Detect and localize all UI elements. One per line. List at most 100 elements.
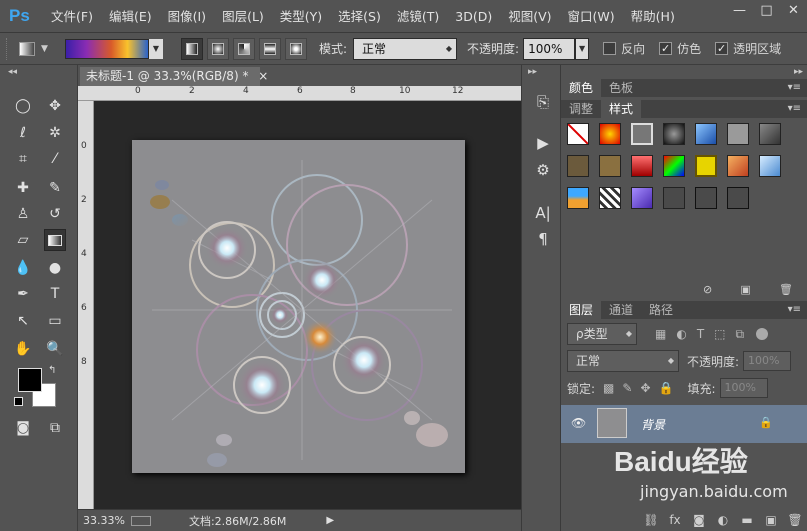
style-swatch[interactable] — [759, 123, 781, 145]
foreground-color-swatch[interactable] — [18, 368, 42, 392]
maximize-button[interactable]: □ — [753, 0, 780, 22]
dodge-tool-icon[interactable]: ● — [44, 257, 66, 279]
collapse-panels-icon[interactable]: ▸▸ — [794, 67, 803, 77]
document-canvas[interactable] — [132, 140, 465, 473]
status-preview-icon[interactable] — [130, 515, 151, 526]
radial-gradient-button[interactable] — [207, 37, 229, 60]
menu-select[interactable]: 选择(S) — [330, 0, 389, 33]
minimize-button[interactable]: — — [726, 0, 753, 22]
filter-pixel-icon[interactable]: ▦ — [655, 327, 666, 341]
layer-row-background[interactable]: 👁 背景 🔒 — [561, 405, 807, 443]
lock-pixels-icon[interactable]: ✎ — [622, 381, 632, 395]
magic-wand-tool-icon[interactable]: ✲ — [44, 122, 66, 144]
layer-filter-kind[interactable]: ρ类型 ◆ — [567, 323, 637, 345]
style-swatch[interactable] — [631, 123, 653, 145]
style-swatch[interactable] — [727, 123, 749, 145]
tab-swatches[interactable]: 色板 — [601, 79, 641, 97]
tab-layers[interactable]: 图层 — [561, 301, 602, 319]
menu-file[interactable]: 文件(F) — [43, 0, 101, 33]
tab-adjustments[interactable]: 调整 — [561, 100, 601, 118]
new-style-icon[interactable]: ▣ — [740, 283, 750, 296]
filter-type-icon[interactable]: T — [697, 327, 704, 341]
clone-stamp-tool-icon[interactable]: ♙ — [12, 203, 34, 225]
style-swatch[interactable] — [663, 155, 685, 177]
clear-style-icon[interactable]: ⊘ — [703, 283, 712, 296]
fill-input[interactable]: 100% — [719, 378, 768, 398]
lock-position-icon[interactable]: ✥ — [640, 381, 650, 395]
style-swatch[interactable] — [695, 155, 717, 177]
filter-adjustment-icon[interactable]: ◐ — [676, 327, 686, 341]
panel-menu-icon[interactable]: ▾≡ — [788, 100, 801, 118]
layer-name[interactable]: 背景 — [641, 416, 665, 433]
lasso-tool-icon[interactable]: ℓ — [12, 122, 34, 144]
reflected-gradient-button[interactable] — [259, 37, 281, 60]
eraser-tool-icon[interactable]: ▱ — [12, 229, 34, 251]
style-swatch[interactable] — [727, 187, 749, 209]
brush-tool-icon[interactable]: ✎ — [44, 177, 66, 199]
expand-arrows-icon[interactable]: ▸▸ — [528, 67, 537, 77]
blend-mode-select[interactable]: 正常 ◆ — [567, 350, 679, 372]
rectangle-tool-icon[interactable]: ▭ — [44, 310, 66, 332]
style-swatch[interactable] — [631, 155, 653, 177]
panel-menu-icon[interactable]: ▾≡ — [788, 79, 801, 97]
eyedropper-tool-icon[interactable]: ⁄ — [44, 148, 66, 170]
style-swatch[interactable] — [567, 155, 589, 177]
transparency-checkbox[interactable]: ✓ 透明区域 — [715, 40, 781, 57]
tool-preset-picker[interactable]: ▼ — [19, 38, 61, 60]
menu-type[interactable]: 类型(Y) — [272, 0, 330, 33]
healing-brush-tool-icon[interactable]: ✚ — [12, 177, 34, 199]
menu-edit[interactable]: 编辑(E) — [101, 0, 160, 33]
character-panel-icon[interactable]: A| — [532, 202, 554, 224]
lock-transparent-icon[interactable]: ▩ — [603, 381, 614, 395]
style-swatch[interactable] — [695, 123, 717, 145]
checkmark-icon[interactable]: ✓ — [659, 42, 673, 55]
crop-tool-icon[interactable]: ⌗ — [12, 148, 34, 170]
delete-style-icon[interactable]: 🗑 — [779, 283, 793, 296]
angle-gradient-button[interactable] — [233, 37, 255, 60]
menu-image[interactable]: 图像(I) — [160, 0, 214, 33]
style-swatch[interactable] — [727, 155, 749, 177]
screen-mode-icon[interactable]: ⧉ — [44, 417, 66, 439]
menu-window[interactable]: 窗口(W) — [560, 0, 623, 33]
checkmark-icon[interactable]: ✓ — [715, 42, 729, 55]
style-swatch[interactable] — [599, 187, 621, 209]
menu-3d[interactable]: 3D(D) — [447, 0, 500, 33]
path-selection-tool-icon[interactable]: ↖ — [12, 310, 34, 332]
style-swatch[interactable] — [599, 123, 621, 145]
status-menu-arrow-icon[interactable]: ▶ — [326, 515, 334, 526]
menu-layer[interactable]: 图层(L) — [214, 0, 272, 33]
mode-select[interactable]: 正常 ◆ — [353, 37, 458, 60]
tab-paths[interactable]: 路径 — [641, 301, 681, 319]
gradient-swatch[interactable] — [65, 38, 149, 59]
style-swatch[interactable] — [663, 123, 685, 145]
filter-shape-icon[interactable]: ⬚ — [714, 327, 725, 341]
document-tab[interactable]: 未标题-1 @ 33.3%(RGB/8) * × — [80, 67, 268, 86]
properties-panel-icon[interactable]: ⚙ — [532, 159, 554, 181]
type-tool-icon[interactable]: T — [44, 283, 66, 305]
blur-tool-icon[interactable]: 💧 — [12, 257, 34, 279]
marquee-tool-icon[interactable]: ◯ — [12, 95, 34, 117]
default-colors-icon[interactable] — [14, 397, 23, 406]
style-swatch[interactable] — [599, 155, 621, 177]
reverse-checkbox-box[interactable] — [603, 42, 617, 55]
close-tab-icon[interactable]: × — [258, 69, 268, 83]
tab-channels[interactable]: 通道 — [601, 301, 641, 319]
move-tool-icon[interactable]: ✥ — [44, 95, 66, 117]
swap-colors-icon[interactable]: ↰ — [48, 365, 56, 376]
diamond-gradient-button[interactable] — [285, 37, 307, 60]
paragraph-panel-icon[interactable]: ¶ — [532, 228, 554, 250]
menu-view[interactable]: 视图(V) — [500, 0, 559, 33]
style-none[interactable] — [567, 123, 589, 145]
options-grip[interactable] — [6, 37, 9, 60]
gradient-tool-icon[interactable] — [44, 229, 66, 251]
style-swatch[interactable] — [663, 187, 685, 209]
style-swatch[interactable] — [695, 187, 717, 209]
filter-toggle[interactable] — [756, 328, 769, 340]
zoom-tool-icon[interactable]: 🔍 — [44, 338, 66, 360]
linear-gradient-button[interactable] — [181, 37, 203, 60]
style-swatch[interactable] — [759, 155, 781, 177]
gradient-dropdown-button[interactable]: ▼ — [149, 38, 163, 59]
lock-all-icon[interactable]: 🔒 — [659, 381, 674, 395]
filter-smart-object-icon[interactable]: ⧉ — [736, 327, 745, 342]
style-swatch[interactable] — [631, 187, 653, 209]
